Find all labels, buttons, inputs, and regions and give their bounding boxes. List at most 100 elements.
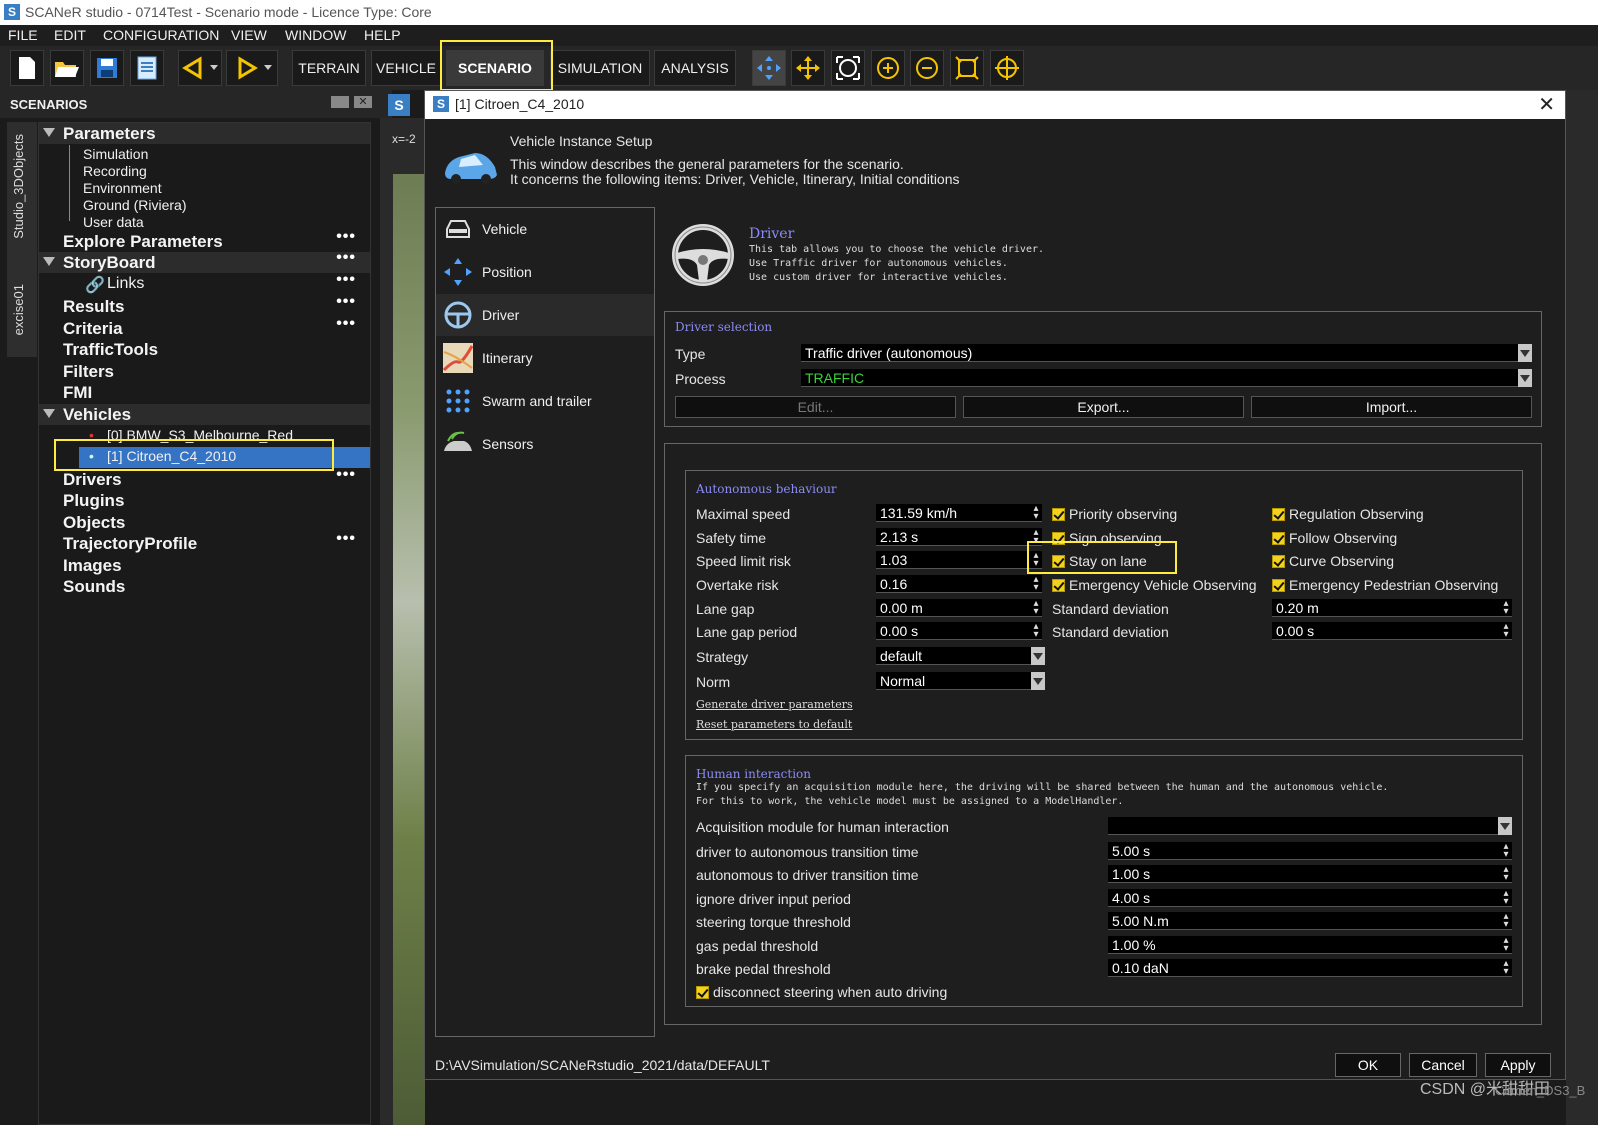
expand-arrow-icon[interactable] bbox=[43, 257, 55, 266]
lane-gap-period-input[interactable]: 0.00 s ▴ ▾ bbox=[876, 622, 1042, 640]
tree-node-objects[interactable]: Objects bbox=[39, 512, 370, 533]
tree-node-drivers[interactable]: Drivers ••• bbox=[39, 466, 370, 490]
spinner-icon[interactable]: ▴ ▾ bbox=[1032, 504, 1040, 522]
zoom-region-button[interactable] bbox=[950, 50, 984, 86]
chevron-down-icon[interactable] bbox=[1031, 647, 1045, 665]
properties-button[interactable] bbox=[130, 50, 164, 86]
side-tab-studio-3dobjects[interactable]: Studio_3DObjects bbox=[11, 134, 26, 239]
safety-time-input[interactable]: 2.13 s ▴ ▾ bbox=[876, 528, 1042, 546]
menu-file[interactable]: FILE bbox=[8, 27, 38, 43]
center-view-button[interactable] bbox=[990, 50, 1024, 86]
steering-torque-input[interactable]: 5.00 N.m ▴ ▾ bbox=[1108, 912, 1512, 930]
curve-observing-checkbox[interactable] bbox=[1272, 555, 1285, 568]
emergency-pedestrian-observing-checkbox[interactable] bbox=[1272, 579, 1285, 592]
tree-node-filters[interactable]: Filters bbox=[39, 361, 370, 382]
nav-vehicle[interactable]: Vehicle bbox=[436, 208, 654, 250]
menu-view[interactable]: VIEW bbox=[231, 27, 267, 43]
open-file-button[interactable] bbox=[50, 50, 84, 86]
spinner-icon[interactable]: ▴ ▾ bbox=[1032, 622, 1040, 640]
tree-node-storyboard[interactable]: StoryBoard ••• bbox=[39, 249, 370, 273]
regulation-observing-checkbox[interactable] bbox=[1272, 508, 1285, 521]
chevron-down-icon[interactable] bbox=[1518, 369, 1532, 387]
overtake-risk-input[interactable]: 0.16 ▴ ▾ bbox=[876, 575, 1042, 593]
more-options-icon[interactable]: ••• bbox=[336, 466, 356, 484]
strategy-select[interactable]: default bbox=[876, 647, 1045, 665]
more-options-icon[interactable]: ••• bbox=[336, 249, 356, 267]
tree-node-links[interactable]: 🔗 Links ••• bbox=[39, 271, 370, 295]
more-options-icon[interactable]: ••• bbox=[336, 315, 356, 333]
pan-tool-button[interactable] bbox=[791, 50, 825, 86]
spinner-icon[interactable]: ▴ ▾ bbox=[1502, 842, 1510, 860]
nav-itinerary[interactable]: Itinerary bbox=[436, 337, 654, 379]
tree-node-plugins[interactable]: Plugins bbox=[39, 490, 370, 511]
select-tool-button[interactable] bbox=[752, 50, 786, 86]
reset-parameters-link[interactable]: Reset parameters to default bbox=[696, 718, 852, 731]
tree-node-sounds[interactable]: Sounds bbox=[39, 576, 370, 597]
priority-observing-checkbox[interactable] bbox=[1052, 508, 1065, 521]
save-button[interactable] bbox=[90, 50, 124, 86]
generate-driver-parameters-link[interactable]: Generate driver parameters bbox=[696, 698, 853, 711]
spinner-icon[interactable]: ▴ ▾ bbox=[1502, 599, 1510, 617]
edit-button[interactable]: Edit... bbox=[675, 396, 956, 418]
tree-node-trajectory-profile[interactable]: TrajectoryProfile ••• bbox=[39, 530, 370, 554]
more-options-icon[interactable]: ••• bbox=[336, 293, 356, 311]
panel-float-icon[interactable] bbox=[331, 96, 349, 108]
spinner-icon[interactable]: ▴ ▾ bbox=[1032, 575, 1040, 593]
tree-node-fmi[interactable]: FMI bbox=[39, 382, 370, 403]
more-options-icon[interactable]: ••• bbox=[336, 271, 356, 289]
tree-node-results[interactable]: Results ••• bbox=[39, 293, 370, 317]
export-button[interactable]: Export... bbox=[963, 396, 1244, 418]
import-button[interactable]: Import... bbox=[1251, 396, 1532, 418]
nav-driver[interactable]: Driver bbox=[436, 294, 654, 336]
lane-gap-input[interactable]: 0.00 m ▴ ▾ bbox=[876, 599, 1042, 617]
spinner-icon[interactable]: ▴ ▾ bbox=[1502, 889, 1510, 907]
spinner-icon[interactable]: ▴ ▾ bbox=[1502, 936, 1510, 954]
mode-analysis-button[interactable]: ANALYSIS bbox=[654, 50, 736, 86]
nav-position[interactable]: Position bbox=[436, 251, 654, 293]
ignore-driver-input-input[interactable]: 4.00 s ▴ ▾ bbox=[1108, 889, 1512, 907]
nav-sensors[interactable]: Sensors bbox=[436, 423, 654, 465]
type-select[interactable]: Traffic driver (autonomous) bbox=[801, 344, 1532, 362]
spinner-icon[interactable]: ▴ ▾ bbox=[1032, 599, 1040, 617]
cancel-button[interactable]: Cancel bbox=[1409, 1053, 1477, 1077]
tree-node-parameters[interactable]: Parameters bbox=[39, 123, 370, 144]
back-button[interactable] bbox=[178, 50, 222, 86]
expand-arrow-icon[interactable] bbox=[43, 409, 55, 418]
mode-vehicle-button[interactable]: VEHICLE bbox=[371, 50, 441, 86]
more-options-icon[interactable]: ••• bbox=[336, 530, 356, 548]
forward-button[interactable] bbox=[226, 50, 278, 86]
ok-button[interactable]: OK bbox=[1335, 1053, 1401, 1077]
spinner-icon[interactable]: ▴ ▾ bbox=[1502, 959, 1510, 977]
map-viewport[interactable]: S x=-2 bbox=[380, 94, 425, 1125]
zoom-in-button[interactable] bbox=[871, 50, 905, 86]
acquisition-module-select[interactable] bbox=[1108, 817, 1512, 835]
spinner-icon[interactable]: ▴ ▾ bbox=[1502, 622, 1510, 640]
menu-configuration[interactable]: CONFIGURATION bbox=[103, 27, 219, 43]
spinner-icon[interactable]: ▴ ▾ bbox=[1502, 912, 1510, 930]
mode-terrain-button[interactable]: TERRAIN bbox=[292, 50, 366, 86]
spinner-icon[interactable]: ▴ ▾ bbox=[1502, 865, 1510, 883]
apply-button[interactable]: Apply bbox=[1485, 1053, 1551, 1077]
standard-deviation-input-2[interactable]: 0.00 s ▴ ▾ bbox=[1272, 622, 1512, 640]
more-options-icon[interactable]: ••• bbox=[336, 228, 356, 246]
speed-limit-risk-input[interactable]: 1.03 ▴ ▾ bbox=[876, 551, 1042, 569]
follow-observing-checkbox[interactable] bbox=[1272, 532, 1285, 545]
maximal-speed-input[interactable]: 131.59 km/h ▴ ▾ bbox=[876, 504, 1042, 522]
driver-to-autonomous-input[interactable]: 5.00 s ▴ ▾ bbox=[1108, 842, 1512, 860]
chevron-down-icon[interactable] bbox=[1498, 817, 1512, 835]
zoom-out-button[interactable] bbox=[910, 50, 944, 86]
panel-close-icon[interactable]: ✕ bbox=[354, 96, 372, 108]
brake-pedal-input[interactable]: 0.10 daN ▴ ▾ bbox=[1108, 959, 1512, 977]
chevron-down-icon[interactable] bbox=[1031, 672, 1045, 690]
tree-node-traffic-tools[interactable]: TrafficTools bbox=[39, 339, 370, 360]
menu-edit[interactable]: EDIT bbox=[54, 27, 86, 43]
tree-node-explore-parameters[interactable]: Explore Parameters ••• bbox=[39, 228, 370, 252]
menu-window[interactable]: WINDOW bbox=[285, 27, 346, 43]
norm-select[interactable]: Normal bbox=[876, 672, 1045, 690]
autonomous-to-driver-input[interactable]: 1.00 s ▴ ▾ bbox=[1108, 865, 1512, 883]
zoom-fit-button[interactable] bbox=[831, 50, 865, 86]
disconnect-steering-checkbox[interactable] bbox=[696, 986, 709, 999]
expand-arrow-icon[interactable] bbox=[43, 128, 55, 137]
standard-deviation-input-1[interactable]: 0.20 m ▴ ▾ bbox=[1272, 599, 1512, 617]
tree-node-criteria[interactable]: Criteria ••• bbox=[39, 315, 370, 339]
